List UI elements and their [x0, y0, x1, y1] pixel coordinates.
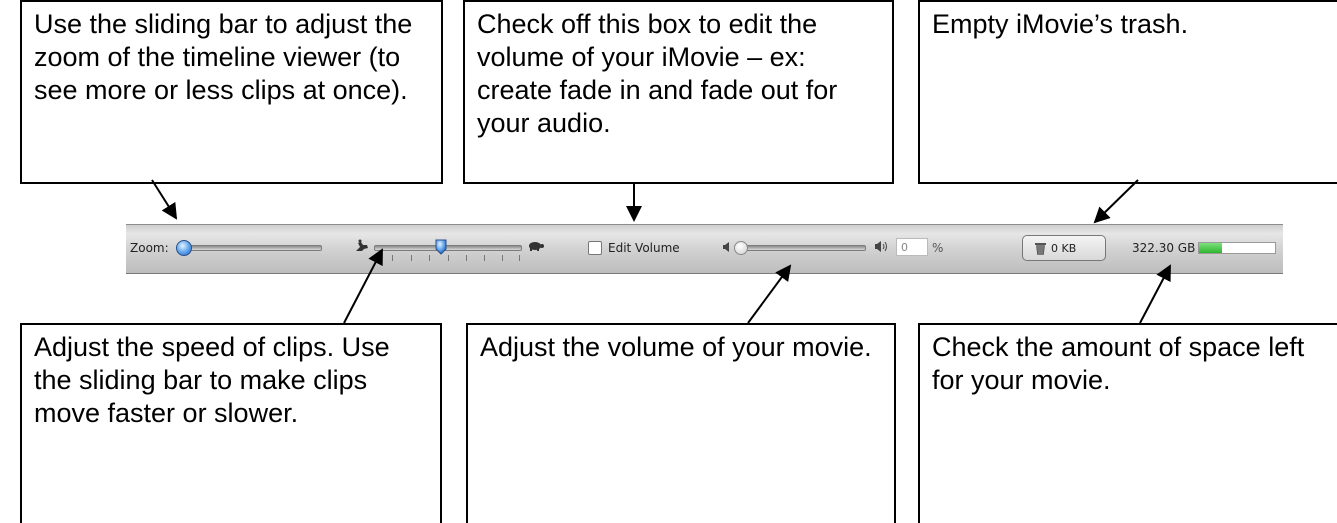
callout-arrows — [151, 179, 1171, 324]
arrow-to-speed-slider — [343, 248, 383, 324]
arrow-to-trash — [1093, 179, 1139, 224]
arrow-to-zoom-slider — [151, 179, 178, 220]
arrow-to-space-meter — [1139, 264, 1171, 324]
arrow-to-volume-slider — [747, 264, 792, 324]
